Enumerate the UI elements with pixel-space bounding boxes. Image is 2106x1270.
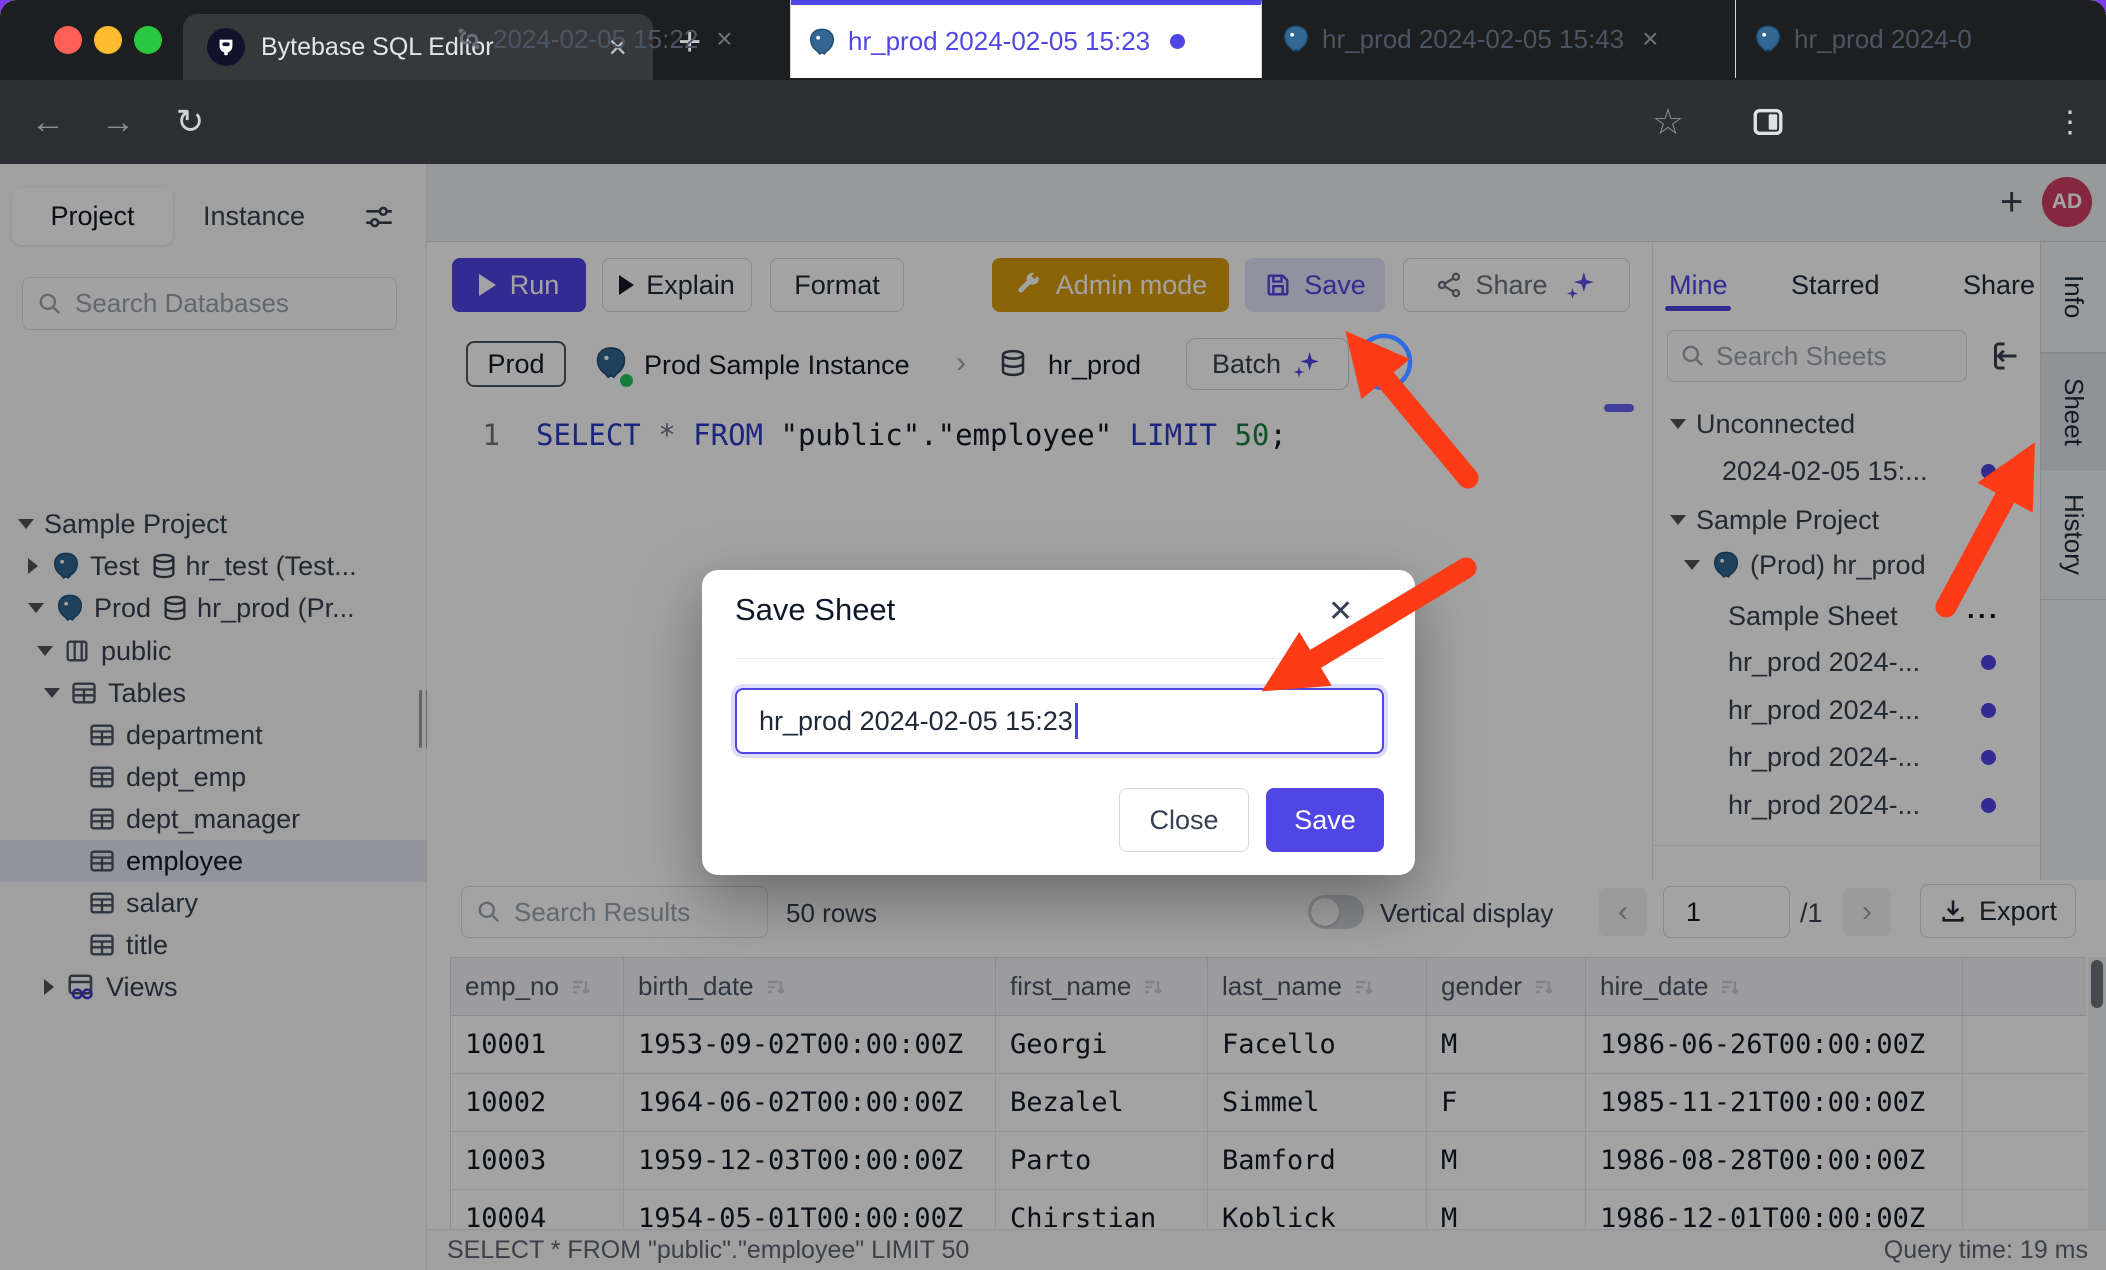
maximize-window-button[interactable] — [134, 26, 162, 54]
close-icon[interactable]: × — [1642, 23, 1658, 55]
dialog-close-button[interactable]: Close — [1119, 788, 1249, 852]
dialog-divider — [735, 658, 1384, 659]
sheet-tab-label: hr_prod 2024-02-05 15:43 — [1322, 24, 1624, 55]
bookmark-star-icon[interactable]: ☆ — [1644, 80, 1692, 164]
unsaved-dot — [1170, 34, 1185, 49]
sheet-tab-3[interactable]: hr_prod 2024-02-05 15:43 × — [1262, 0, 1736, 78]
browser-menu-icon[interactable]: ⋮ — [2046, 80, 2094, 164]
sheet-name-value: hr_prod 2024-02-05 15:23 — [759, 706, 1073, 737]
postgres-icon — [1752, 23, 1784, 55]
forward-icon[interactable]: → — [94, 80, 142, 164]
sheet-tab-4[interactable]: hr_prod 2024-0 — [1736, 0, 1988, 78]
save-sheet-dialog: Save Sheet ✕ hr_prod 2024-02-05 15:23 Cl… — [702, 570, 1415, 875]
postgres-icon — [806, 26, 838, 58]
back-icon[interactable]: ← — [24, 80, 72, 164]
side-panel-icon[interactable] — [1742, 80, 1794, 164]
sheet-tab-label: hr_prod 2024-0 — [1794, 24, 1972, 55]
close-icon[interactable]: × — [716, 23, 732, 55]
sheet-tab-label: hr_prod 2024-02-05 15:23 — [848, 26, 1150, 57]
save-button-label: Save — [1294, 805, 1356, 836]
unlink-icon — [455, 25, 483, 53]
close-window-button[interactable] — [54, 26, 82, 54]
dialog-close-icon[interactable]: ✕ — [1328, 594, 1353, 629]
browser-window: Bytebase SQL Editor × + ← → ↻ i localhos… — [0, 0, 2106, 1270]
sheet-tab-1[interactable]: 2024-02-05 15:22 × — [440, 0, 791, 78]
text-cursor — [1075, 703, 1078, 739]
close-button-label: Close — [1149, 805, 1218, 836]
browser-navbar: ← → ↻ i localhost:8080/sql-editor/prod-s… — [0, 80, 2106, 164]
sheet-tab-label: 2024-02-05 15:22 — [493, 24, 698, 55]
minimize-window-button[interactable] — [94, 26, 122, 54]
bytebase-favicon — [207, 28, 245, 66]
dialog-save-button[interactable]: Save — [1266, 788, 1384, 852]
dialog-title-text: Save Sheet — [735, 592, 895, 627]
sheet-name-input[interactable]: hr_prod 2024-02-05 15:23 — [735, 688, 1384, 754]
dialog-title: Save Sheet — [735, 592, 895, 628]
close-glyph: ✕ — [1328, 595, 1353, 628]
reload-icon[interactable]: ↻ — [166, 80, 214, 164]
sheet-tab-2-active[interactable]: hr_prod 2024-02-05 15:23 — [791, 0, 1262, 78]
postgres-icon — [1280, 23, 1312, 55]
